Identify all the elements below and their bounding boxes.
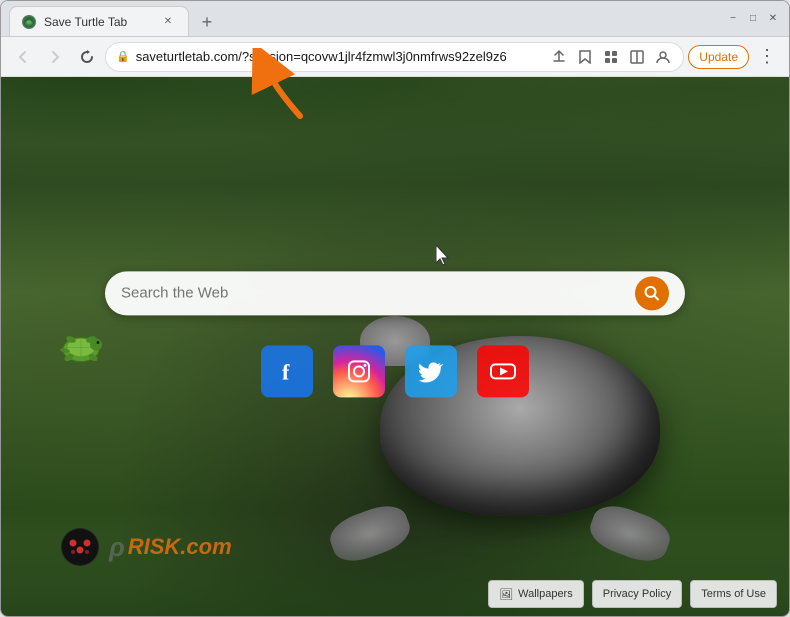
share-icon[interactable] (549, 47, 569, 67)
browser-menu-button[interactable]: ⋮ (753, 43, 781, 71)
title-bar: Save Turtle Tab ✕ + − □ ✕ (1, 1, 789, 37)
risk-watermark: ρ RISK.com (61, 528, 232, 566)
risk-brand-text: ρ RISK.com (109, 532, 232, 563)
risk-watermark-text: ρ (109, 532, 126, 563)
privacy-policy-button[interactable]: Privacy Policy (592, 580, 682, 608)
back-button[interactable] (9, 43, 37, 71)
wallpapers-button[interactable]: 🖼 Wallpapers (488, 580, 584, 608)
page-content: f (1, 77, 789, 616)
instagram-icon[interactable] (333, 345, 385, 397)
lock-icon: 🔒 (116, 50, 130, 63)
foliage-top (1, 77, 789, 197)
forward-button[interactable] (41, 43, 69, 71)
extensions-icon[interactable] (601, 47, 621, 67)
refresh-button[interactable] (73, 43, 101, 71)
browser-window: Save Turtle Tab ✕ + − □ ✕ 🔒 saveturtleta… (0, 0, 790, 617)
svg-text:f: f (282, 359, 290, 384)
background-image: f (1, 77, 789, 616)
profile-icon[interactable] (653, 47, 673, 67)
risk-com-label: RISK.com (128, 534, 232, 560)
tab-area: Save Turtle Tab ✕ + (9, 1, 717, 36)
tab-favicon (22, 15, 36, 29)
address-text: saveturtletab.com/?session=qcovw1jlr4fzm… (136, 49, 544, 64)
search-button[interactable] (635, 276, 669, 310)
update-button[interactable]: Update (688, 45, 749, 69)
split-view-icon[interactable] (627, 47, 647, 67)
close-button[interactable]: ✕ (765, 11, 781, 27)
address-bar[interactable]: 🔒 saveturtletab.com/?session=qcovw1jlr4f… (105, 42, 684, 72)
risk-logo (61, 528, 99, 566)
terms-of-use-button[interactable]: Terms of Use (690, 580, 777, 608)
facebook-icon[interactable]: f (261, 345, 313, 397)
wallpapers-icon: 🖼 (499, 588, 513, 601)
search-input[interactable] (121, 284, 625, 301)
youtube-icon[interactable] (477, 345, 529, 397)
window-controls: − □ ✕ (725, 11, 781, 27)
mouse-cursor (436, 245, 448, 263)
active-tab[interactable]: Save Turtle Tab ✕ (9, 6, 189, 36)
search-box (105, 271, 685, 315)
social-icons: f (261, 345, 529, 397)
tab-close-button[interactable]: ✕ (160, 14, 176, 30)
search-container: f (105, 271, 685, 397)
navigation-bar: 🔒 saveturtletab.com/?session=qcovw1jlr4f… (1, 37, 789, 77)
nav-right: Update ⋮ (688, 43, 781, 71)
tab-title: Save Turtle Tab (44, 15, 152, 29)
site-logo (51, 324, 111, 369)
minimize-button[interactable]: − (725, 11, 741, 27)
twitter-icon[interactable] (405, 345, 457, 397)
address-icons (549, 47, 673, 67)
bottom-bar: 🖼 Wallpapers Privacy Policy Terms of Use (1, 572, 789, 616)
maximize-button[interactable]: □ (745, 11, 761, 27)
new-tab-button[interactable]: + (193, 8, 221, 36)
bookmark-icon[interactable] (575, 47, 595, 67)
